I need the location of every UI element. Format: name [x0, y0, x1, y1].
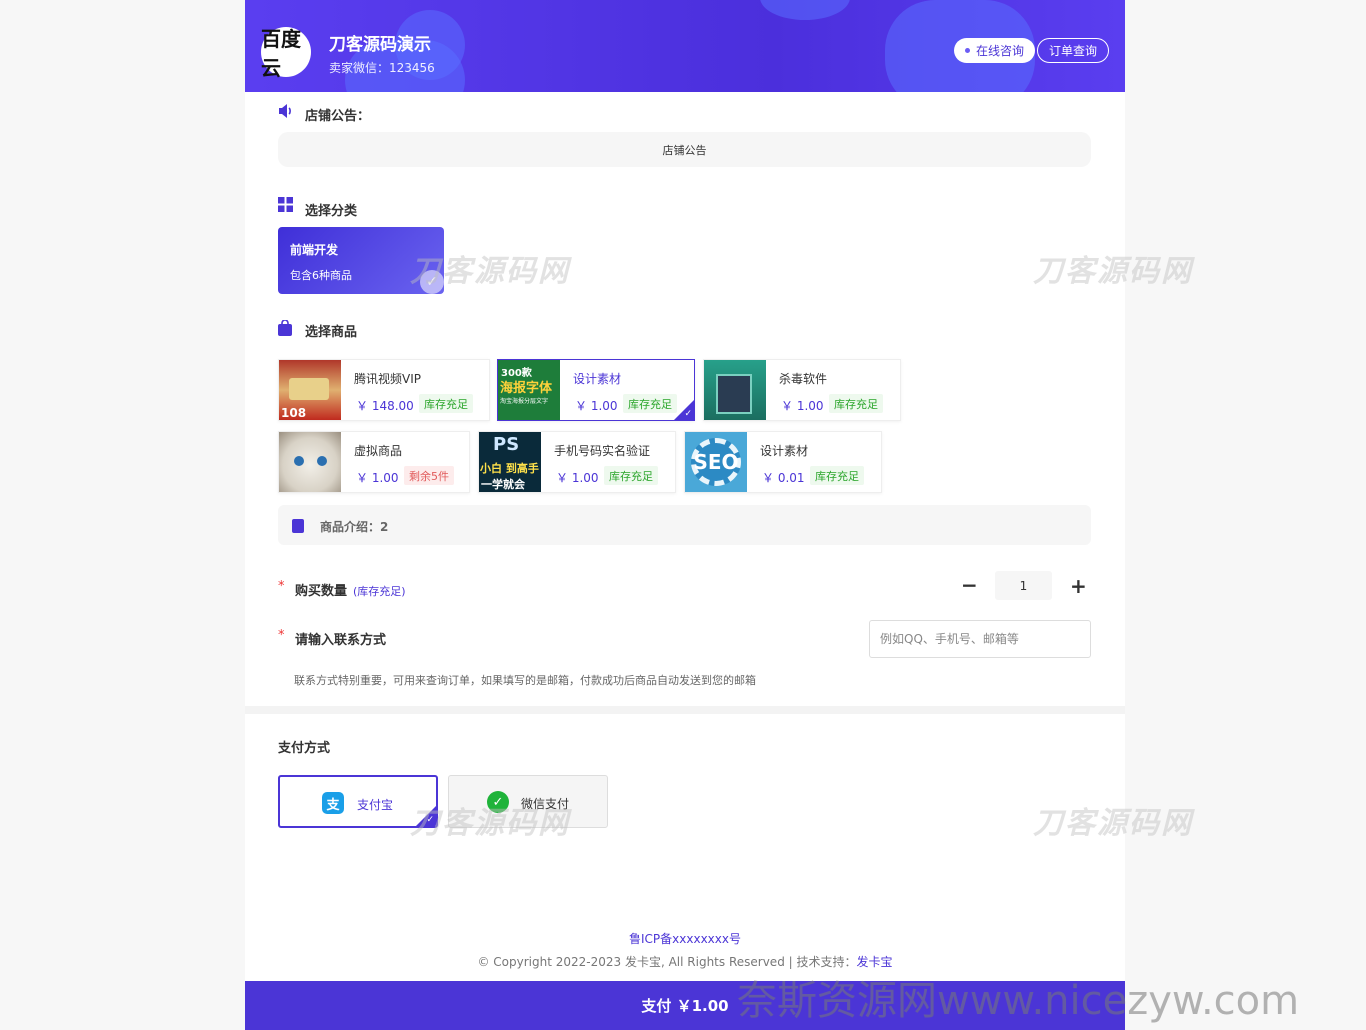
goods-intro-box: 商品介绍：2 [278, 505, 1091, 545]
goods-card-phone-verify[interactable]: PS 小白 到高手 一学就会 手机号码实名验证 ￥ 1.00 库存充足 [478, 431, 676, 493]
goods-stock-badge: 库存充足 [623, 394, 677, 413]
goods-card-design-material-2[interactable]: SEO 设计素材 ￥ 0.01 库存充足 [684, 431, 882, 493]
alipay-label: 支付宝 [357, 798, 394, 812]
software-box-shape [716, 374, 752, 414]
watermark: 刀客源码网 [410, 806, 570, 841]
goods-intro-label: 商品介绍：2 [320, 520, 389, 534]
quantity-plus-button[interactable]: + [1070, 574, 1087, 598]
seller-wechat: 卖家微信：123456 [329, 61, 435, 75]
goods-stock-badge: 库存充足 [810, 466, 864, 485]
category-count: 包含6种商品 [290, 269, 352, 282]
goods-price: ￥ 1.00 [556, 471, 599, 485]
card-image-shape [289, 378, 329, 400]
grid-icon [278, 197, 293, 212]
goods-name: 设计素材 [760, 444, 809, 458]
goods-card-antivirus[interactable]: 杀毒软件 ￥ 1.00 库存充足 [703, 359, 901, 421]
support-link[interactable]: 发卡宝 [856, 955, 892, 969]
document-icon [292, 519, 304, 533]
copyright-text: © Copyright 2022-2023 发卡宝, All Rights Re… [477, 955, 857, 969]
contact-hint: 联系方式特别重要，可用来查询订单，如果填写的是邮箱，付款成功后商品自动发送到您的… [294, 674, 756, 687]
cat-eye-right [317, 456, 327, 466]
dot-icon [965, 48, 970, 53]
online-consult-label: 在线咨询 [976, 44, 1025, 58]
goods-thumbnail: PS 小白 到高手 一学就会 [479, 432, 541, 492]
vip-number: 108 [281, 406, 307, 420]
speaker-icon [279, 104, 291, 118]
shopping-bag-icon [278, 320, 292, 336]
pay-button-label: 支付 ￥1.00 [641, 997, 729, 1015]
goods-card-tencent-vip[interactable]: 108 腾讯视频VIP ￥ 148.00 库存充足 [278, 359, 490, 421]
payment-title: 支付方式 [278, 741, 331, 756]
notice-box: 店铺公告 [278, 132, 1091, 167]
goods-thumbnail: 300款 海报字体 淘宝海报分层文字 [498, 360, 560, 420]
goods-price: ￥ 148.00 [356, 399, 414, 413]
goods-card-design-material[interactable]: 300款 海报字体 淘宝海报分层文字 设计素材 ￥ 1.00 库存充足 ✓ [497, 359, 695, 421]
watermark: 刀客源码网 [1033, 254, 1193, 289]
goods-name: 杀毒软件 [779, 372, 828, 386]
required-mark: * [278, 628, 285, 643]
order-query-button[interactable]: 订单查询 [1037, 38, 1110, 63]
quantity-stock: (库存充足) [353, 585, 406, 598]
page-container: 百度云 刀客源码演示 卖家微信：123456 在线咨询 订单查询 店铺公告： 店… [245, 0, 1191, 1030]
section-divider [245, 706, 1125, 714]
goods-card-virtual[interactable]: 虚拟商品 ￥ 1.00 剩余5件 [278, 431, 470, 493]
category-title: 选择分类 [305, 204, 358, 219]
goods-name: 虚拟商品 [354, 444, 403, 458]
watermark: 刀客源码网 [1033, 806, 1193, 841]
goods-stock-badge: 剩余5件 [404, 466, 454, 485]
ps-text-a: PS [493, 434, 520, 455]
notice-content: 店铺公告 [662, 143, 707, 157]
goods-price: ￥ 0.01 [762, 471, 805, 485]
alipay-glyph: 支 [326, 797, 340, 813]
ps-text-c: 一学就会 [481, 478, 525, 491]
goods-name: 设计素材 [573, 372, 622, 386]
shop-avatar: 百度云 [261, 27, 311, 80]
icp-link[interactable]: 鲁ICP备xxxxxxxx号 [245, 930, 1125, 947]
goods-name: 腾讯视频VIP [354, 372, 421, 386]
goods-thumbnail: 108 [279, 360, 341, 420]
goods-price: ￥ 1.00 [575, 399, 618, 413]
goods-price: ￥ 1.00 [356, 471, 399, 485]
goods-name: 手机号码实名验证 [554, 444, 651, 458]
notice-title: 店铺公告： [305, 109, 371, 124]
quantity-label: 购买数量 (库存充足) [295, 580, 406, 599]
cat-eye-left [294, 456, 304, 466]
check-icon: ✓ [684, 409, 692, 419]
shop-header: 百度云 刀客源码演示 卖家微信：123456 在线咨询 订单查询 [245, 0, 1125, 92]
goods-thumbnail [704, 360, 766, 420]
goods-title: 选择商品 [305, 325, 358, 340]
online-consult-button[interactable]: 在线咨询 [954, 38, 1036, 63]
quantity-input[interactable] [995, 571, 1052, 600]
alipay-icon: 支 [322, 792, 344, 814]
header-decoration [760, 0, 850, 20]
category-name: 前端开发 [290, 243, 339, 257]
quantity-minus-button[interactable]: − [961, 573, 978, 597]
goods-stock-badge: 库存充足 [829, 394, 883, 413]
seo-text: SEO [693, 450, 739, 474]
avatar-text: 百度云 [261, 27, 301, 80]
poster-text-c: 淘宝海报分层文字 [500, 398, 549, 405]
goods-thumbnail [279, 432, 341, 492]
contact-input[interactable] [869, 620, 1091, 658]
shop-name: 刀客源码演示 [329, 35, 431, 55]
goods-stock-badge: 库存充足 [419, 394, 473, 413]
ps-text-b: 小白 到高手 [480, 462, 539, 475]
order-query-label: 订单查询 [1049, 44, 1098, 58]
goods-price: ￥ 1.00 [781, 399, 824, 413]
poster-text-b: 海报字体 [500, 381, 553, 396]
quantity-label-text: 购买数量 [295, 584, 348, 599]
watermark: 刀客源码网 [410, 254, 570, 289]
watermark-bottom: 奈斯资源网www.nicezyw.com [737, 978, 1300, 1024]
contact-label: 请输入联系方式 [295, 633, 387, 648]
required-mark: * [278, 579, 285, 594]
goods-stock-badge: 库存充足 [604, 466, 658, 485]
goods-thumbnail: SEO [685, 432, 747, 492]
